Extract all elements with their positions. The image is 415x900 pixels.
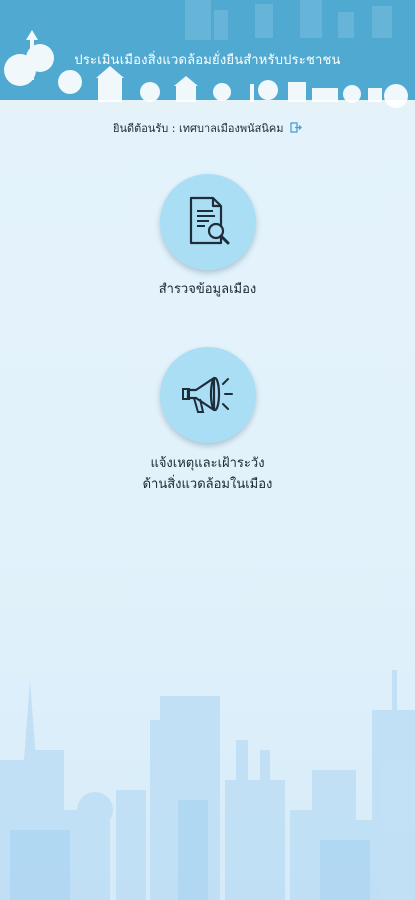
header-banner: ประเมินเมืองสิ่งแวดล้อมยั่งยืนสำหรับประช… (0, 0, 415, 112)
welcome-text: ยินดีต้อนรับ : เทศบาลเมืองพนัสนิคม (113, 122, 284, 135)
megaphone-icon (182, 376, 233, 413)
report-incident-label[interactable]: แจ้งเหตุและเฝ้าระวัง ด้านสิ่งแวดล้อมในเม… (0, 453, 415, 495)
survey-city-data-button[interactable] (160, 174, 256, 270)
survey-city-data-label[interactable]: สำรวจข้อมูลเมือง (0, 279, 415, 300)
logout-icon[interactable] (290, 122, 302, 135)
city-skyline-background (0, 670, 415, 900)
report-incident-label-line1: แจ้งเหตุและเฝ้าระวัง (150, 456, 265, 471)
welcome-bar: ยินดีต้อนรับ : เทศบาลเมืองพนัสนิคม (0, 119, 415, 137)
report-incident-label-line2: ด้านสิ่งแวดล้อมในเมือง (142, 477, 273, 492)
page-title: ประเมินเมืองสิ่งแวดล้อมยั่งยืนสำหรับประช… (74, 53, 341, 68)
report-incident-button[interactable] (160, 347, 256, 443)
document-search-icon (189, 196, 230, 245)
